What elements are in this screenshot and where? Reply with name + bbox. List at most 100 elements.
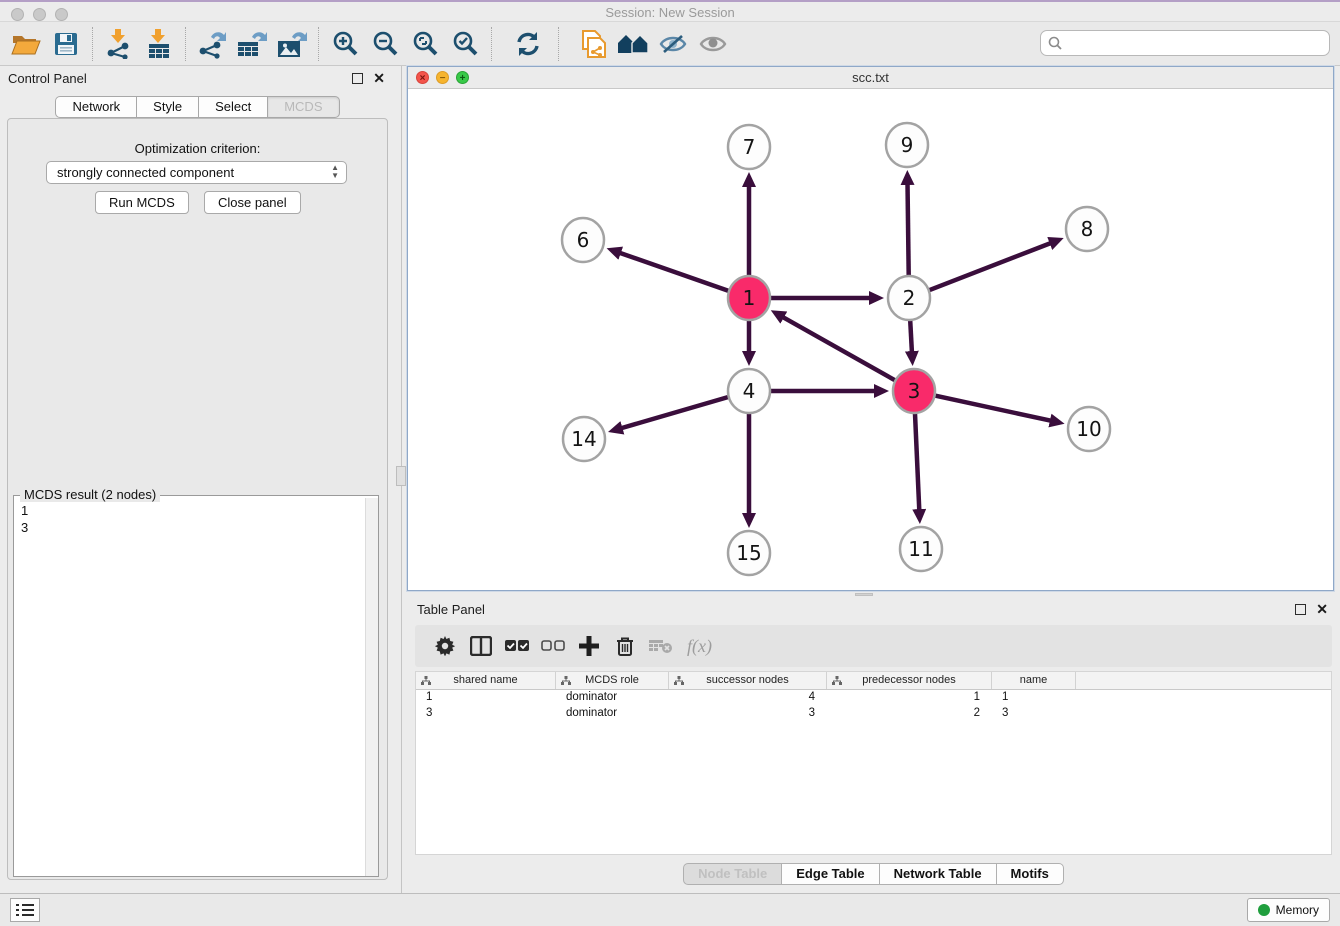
tab-network[interactable]: Network	[55, 96, 136, 118]
cell-shared-name[interactable]: 3	[416, 706, 556, 722]
graph-node-2[interactable]: 2	[888, 276, 930, 320]
search-input[interactable]	[1040, 30, 1330, 56]
dropdown-stepper-icon: ▲▼	[331, 164, 339, 180]
table-row[interactable]: 3dominator323	[416, 706, 1331, 722]
column-header-mcds-role[interactable]: MCDS role	[556, 672, 669, 689]
cell-name[interactable]: 3	[992, 706, 1076, 722]
export-image-button[interactable]	[272, 25, 312, 63]
deselect-all-button[interactable]	[535, 629, 571, 663]
graph-edge-4-14[interactable]	[621, 397, 727, 428]
network-window-titlebar[interactable]: × − + scc.txt	[408, 67, 1333, 89]
splitter-handle[interactable]	[396, 466, 406, 486]
criterion-dropdown[interactable]: strongly connected component ▲▼	[46, 161, 347, 184]
graph-edge-1-6[interactable]	[620, 253, 728, 291]
vertical-splitter[interactable]	[395, 66, 407, 893]
zoom-selected-button[interactable]	[445, 25, 485, 63]
tab-network-table[interactable]: Network Table	[879, 863, 996, 885]
graph-node-9[interactable]: 9	[886, 123, 928, 167]
table-tabs: Node TableEdge TableNetwork TableMotifs	[407, 863, 1340, 885]
trash-icon	[616, 636, 634, 657]
first-neighbors-button[interactable]	[613, 25, 653, 63]
cell-mcds-role[interactable]: dominator	[556, 706, 669, 722]
tab-select[interactable]: Select	[198, 96, 267, 118]
cell-mcds-role[interactable]: dominator	[556, 690, 669, 706]
graph-node-15[interactable]: 15	[728, 531, 770, 575]
tab-node-table[interactable]: Node Table	[683, 863, 781, 885]
cell-predecessor-nodes[interactable]: 1	[827, 690, 992, 706]
show-all-button[interactable]	[693, 25, 733, 63]
hide-selected-button[interactable]	[653, 25, 693, 63]
graph-node-7[interactable]: 7	[728, 125, 770, 169]
network-canvas[interactable]: 7 9 6 8 1 2 4 3 14 10 15 11	[408, 89, 1333, 590]
cell-successor-nodes[interactable]: 4	[669, 690, 827, 706]
zoom-in-button[interactable]	[325, 25, 365, 63]
zoom-fit-button[interactable]	[405, 25, 445, 63]
delete-table-button[interactable]	[643, 629, 679, 663]
clone-network-button[interactable]	[573, 25, 613, 63]
export-network-button[interactable]	[192, 25, 232, 63]
graph-node-8[interactable]: 8	[1066, 207, 1108, 251]
graph-node-14[interactable]: 14	[563, 417, 605, 461]
graph-node-4[interactable]: 4	[728, 369, 770, 413]
result-scrollbar[interactable]	[365, 498, 378, 876]
graph-edge-2-8[interactable]	[930, 243, 1051, 290]
tab-mcds[interactable]: MCDS	[267, 96, 339, 118]
table-header-row: shared nameMCDS rolesuccessor nodesprede…	[416, 672, 1331, 690]
run-mcds-button[interactable]: Run MCDS	[95, 191, 189, 214]
task-history-button[interactable]	[10, 898, 40, 922]
select-all-button[interactable]	[499, 629, 535, 663]
open-file-button[interactable]	[6, 25, 46, 63]
splitter-handle[interactable]	[855, 593, 873, 596]
graph-node-10[interactable]: 10	[1068, 407, 1110, 451]
function-builder-button[interactable]: f(x)	[687, 636, 712, 657]
close-panel-icon[interactable]: ✕	[373, 70, 385, 87]
column-header-shared-name[interactable]: shared name	[416, 672, 556, 689]
tab-motifs[interactable]: Motifs	[996, 863, 1064, 885]
graph-edge-3-1[interactable]	[783, 317, 895, 380]
eye-slash-icon	[658, 32, 688, 56]
close-panel-icon[interactable]: ✕	[1316, 601, 1328, 618]
memory-status-icon	[1258, 904, 1270, 916]
table-row[interactable]: 1dominator411	[416, 690, 1331, 706]
optimization-criterion-label: Optimization criterion:	[8, 141, 387, 156]
export-table-icon	[236, 29, 268, 59]
tab-edge-table[interactable]: Edge Table	[781, 863, 878, 885]
tab-style[interactable]: Style	[136, 96, 198, 118]
graph-edge-2-9[interactable]	[908, 184, 909, 276]
export-table-button[interactable]	[232, 25, 272, 63]
table-settings-button[interactable]	[427, 629, 463, 663]
close-panel-button[interactable]: Close panel	[204, 191, 301, 214]
save-session-button[interactable]	[46, 25, 86, 63]
cell-shared-name[interactable]: 1	[416, 690, 556, 706]
graph-node-3[interactable]: 3	[893, 369, 935, 413]
cell-name[interactable]: 1	[992, 690, 1076, 706]
zoom-out-button[interactable]	[365, 25, 405, 63]
column-header-successor-nodes[interactable]: successor nodes	[669, 672, 827, 689]
graph-edge-2-3[interactable]	[910, 320, 912, 352]
table-panel: Table Panel ✕ f(x) shared nameMCDS roles…	[407, 597, 1340, 893]
column-view-button[interactable]	[463, 629, 499, 663]
graph-node-11[interactable]: 11	[900, 527, 942, 571]
float-panel-icon[interactable]	[352, 73, 363, 84]
zoom-selected-icon	[451, 30, 479, 58]
import-network-button[interactable]	[99, 25, 139, 63]
node-table: shared nameMCDS rolesuccessor nodesprede…	[415, 671, 1332, 855]
mcds-result-group: MCDS result (2 nodes) 1 3	[13, 495, 379, 877]
refresh-button[interactable]	[508, 25, 548, 63]
mcds-result-list[interactable]: 1 3	[14, 498, 364, 876]
cell-successor-nodes[interactable]: 3	[669, 706, 827, 722]
graph-edge-3-11[interactable]	[915, 413, 919, 510]
float-panel-icon[interactable]	[1295, 604, 1306, 615]
add-column-button[interactable]	[571, 629, 607, 663]
unchecked-boxes-icon	[541, 640, 565, 652]
column-header-name[interactable]: name	[992, 672, 1076, 689]
delete-column-button[interactable]	[607, 629, 643, 663]
column-header-predecessor-nodes[interactable]: predecessor nodes	[827, 672, 992, 689]
graph-edge-3-10[interactable]	[935, 396, 1050, 421]
eye-icon	[698, 32, 728, 56]
graph-node-6[interactable]: 6	[562, 218, 604, 262]
graph-node-1[interactable]: 1	[728, 276, 770, 320]
import-table-button[interactable]	[139, 25, 179, 63]
memory-button[interactable]: Memory	[1247, 898, 1330, 922]
cell-predecessor-nodes[interactable]: 2	[827, 706, 992, 722]
